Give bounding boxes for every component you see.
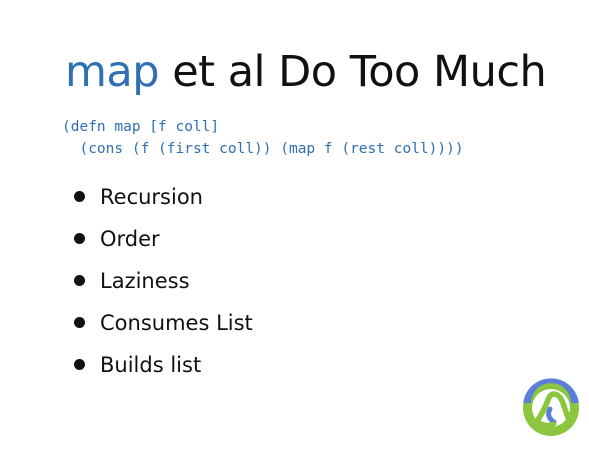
bullet-text: Consumes List [100,311,253,335]
bullet-text: Order [100,227,160,251]
code-block: (defn map [f coll] (cons (f (first coll)… [62,116,464,160]
bullet-item: Builds list [72,346,253,388]
bullet-item: Order [72,220,253,262]
slide-title: map et al Do Too Much [65,46,547,98]
title-text: et al Do Too Much [159,47,547,97]
bullet-text: Builds list [100,353,202,377]
bullet-dot-icon [74,191,85,202]
title-keyword: map [65,47,160,97]
bullet-text: Recursion [100,185,203,209]
bullet-dot-icon [74,359,85,370]
bullet-text: Laziness [100,269,190,293]
bullet-dot-icon [74,233,85,244]
bullet-item: Laziness [72,262,253,304]
code-line: (defn map [f coll] [62,119,220,135]
bullet-item: Consumes List [72,304,253,346]
bullet-item: Recursion [72,178,253,220]
bullet-list: Recursion Order Laziness Consumes List B… [72,178,253,388]
code-line: (cons (f (first coll)) (map f (rest coll… [62,141,464,157]
bullet-dot-icon [74,317,85,328]
slide: map et al Do Too Much (defn map [f coll]… [0,0,589,451]
clojure-logo-icon [522,378,580,437]
bullet-dot-icon [74,275,85,286]
